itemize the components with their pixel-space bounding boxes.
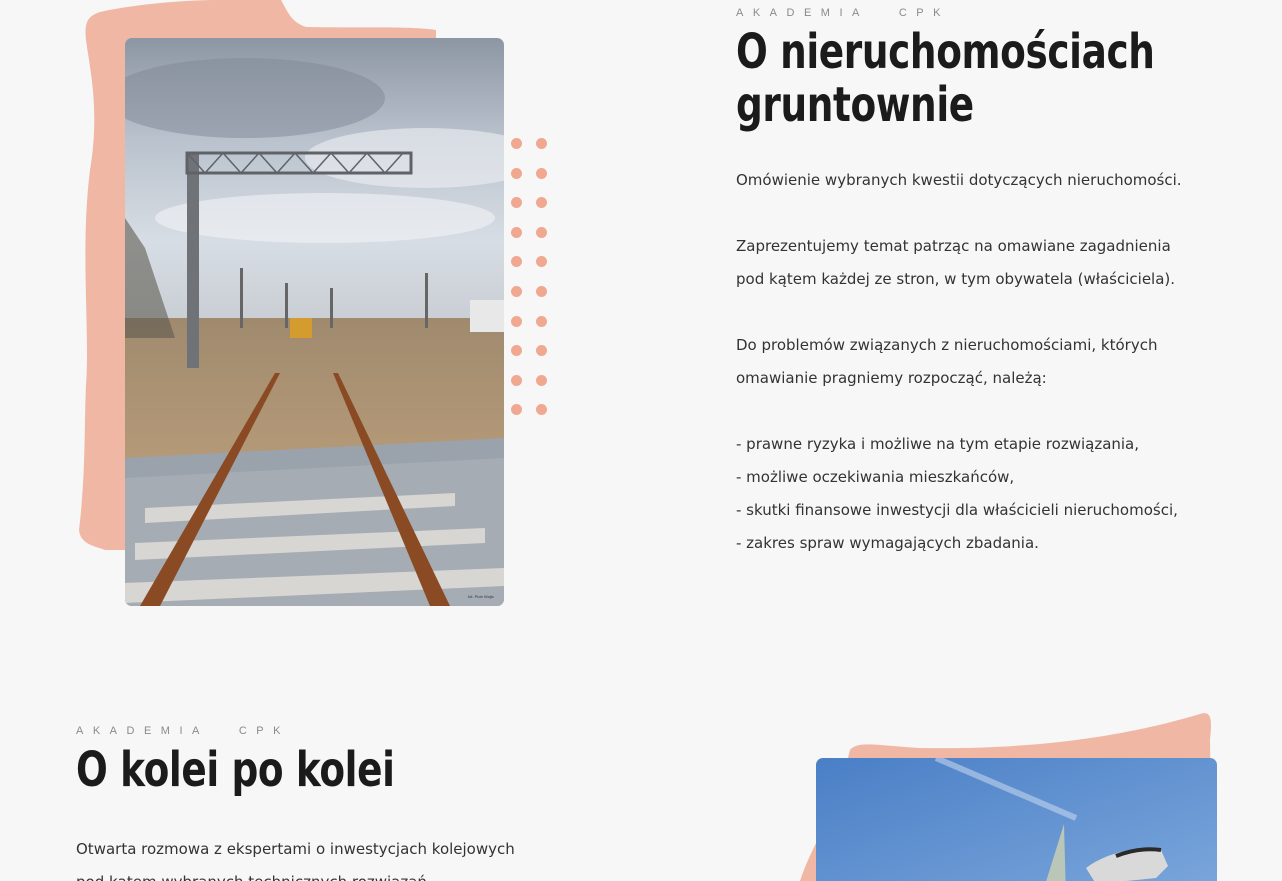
list-item: - skutki finansowe inwestycji dla właści… bbox=[736, 501, 1178, 519]
list-item: - prawne ryzyka i możliwe na tym etapie … bbox=[736, 435, 1140, 453]
real-estate-section: fot. Piotr Wojtc AKADEMIA CPK O nieruchom… bbox=[0, 0, 1282, 660]
section-description: Omówienie wybranych kwestii dotyczących … bbox=[736, 164, 1182, 560]
paragraph-line: Otwarta rozmowa z ekspertami o inwestycj… bbox=[76, 840, 515, 858]
list-item: - zakres spraw wymagających zbadania. bbox=[736, 534, 1039, 552]
list-item: - możliwe oczekiwania mieszkańców, bbox=[736, 468, 1015, 486]
section-description: Otwarta rozmowa z ekspertami o inwestycj… bbox=[76, 833, 515, 881]
paragraph-line: Zaprezentujemy temat patrząc na omawiane… bbox=[736, 237, 1171, 255]
paragraph-line: omawianie pragniemy rozpocząć, należą: bbox=[736, 369, 1047, 387]
page-title: O nieruchomościach gruntownie bbox=[736, 24, 1155, 133]
railway-station-roof-photo bbox=[816, 758, 1217, 881]
railway-section: AKADEMIA CPK O kolei po kolei Otwarta roz… bbox=[0, 660, 1282, 881]
section-kicker: AKADEMIA CPK bbox=[736, 7, 950, 19]
section-title: O kolei po kolei bbox=[76, 742, 395, 798]
paragraph-line: pod kątem każdej ze stron, w tym obywate… bbox=[736, 270, 1176, 288]
paragraph-line: Do problemów związanych z nieruchomościa… bbox=[736, 336, 1158, 354]
photo-credit: fot. Piotr Wojtc bbox=[468, 594, 494, 599]
paragraph-line: pod kątem wybranych technicznych rozwiąz… bbox=[76, 866, 515, 881]
intro-text: Omówienie wybranych kwestii dotyczących … bbox=[736, 171, 1182, 189]
railway-track-construction-photo bbox=[125, 38, 504, 606]
section-kicker: AKADEMIA CPK bbox=[76, 725, 290, 737]
